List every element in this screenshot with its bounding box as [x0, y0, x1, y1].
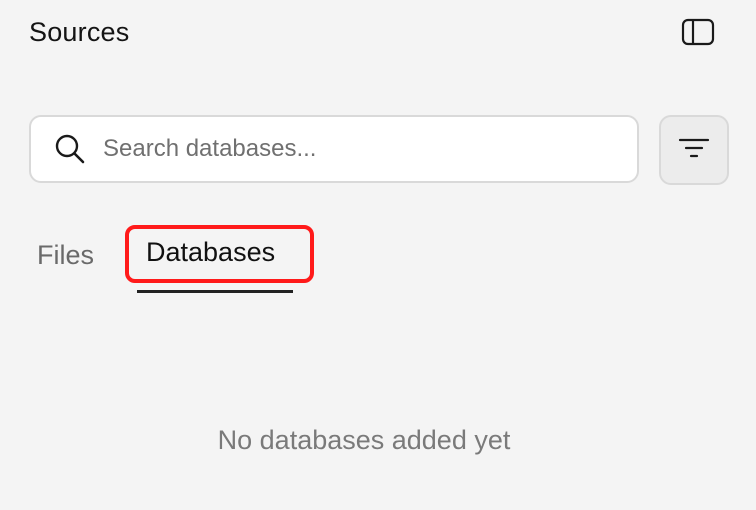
search-box[interactable]: [29, 115, 639, 183]
search-input[interactable]: [101, 134, 605, 164]
sidebar-toggle-button[interactable]: [676, 15, 720, 53]
active-tab-underline: [137, 290, 293, 293]
filter-button[interactable]: [659, 115, 729, 185]
panel-title: Sources: [29, 17, 130, 47]
search-icon: [53, 132, 87, 166]
filter-icon: [678, 136, 710, 165]
tab-databases[interactable]: Databases: [146, 237, 275, 268]
tab-files[interactable]: Files: [37, 240, 94, 271]
empty-state-message: No databases added yet: [217, 425, 511, 455]
sources-panel: Sources Files Databases N: [0, 0, 756, 510]
sidebar-toggle-icon: [681, 18, 715, 51]
